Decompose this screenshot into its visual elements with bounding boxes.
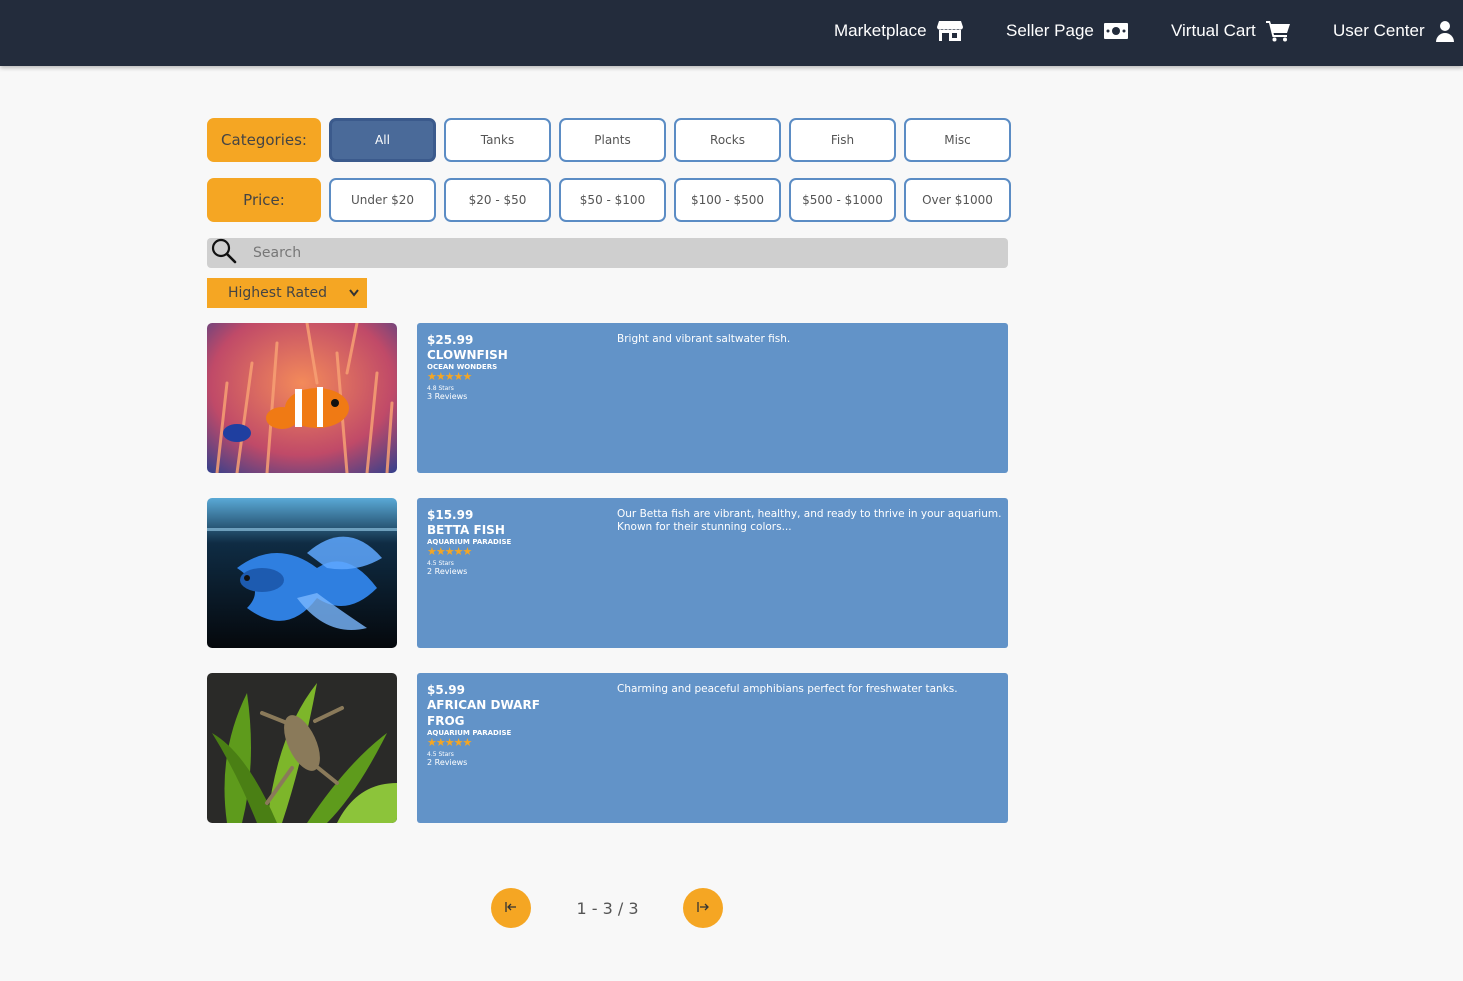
listing-price: $15.99 [427, 508, 474, 522]
listing-rating-text: 4.5 Stars [427, 560, 454, 567]
prev-page-button[interactable] [491, 888, 531, 928]
categories-label: Categories: [207, 118, 321, 162]
arrow-left-to-bar-icon [505, 901, 517, 915]
price-over-1000-button[interactable]: Over $1000 [904, 178, 1011, 222]
listing-price: $5.99 [427, 683, 465, 697]
nav-virtual-cart-label: Virtual Cart [1171, 21, 1256, 40]
listing-card[interactable]: $5.99 African Dwarf Frog Aquarium Paradi… [417, 673, 1008, 823]
nav-seller-page[interactable]: Seller Page [1006, 0, 1128, 62]
category-fish-button[interactable]: Fish [789, 118, 896, 162]
listing-description: Our Betta fish are vibrant, healthy, and… [617, 508, 1002, 533]
listing-item[interactable]: $5.99 African Dwarf Frog Aquarium Paradi… [207, 673, 1008, 823]
category-all-button[interactable]: All [329, 118, 436, 162]
top-nav: Marketplace Seller Page Virtual Cart Use… [0, 0, 1463, 66]
listing-rating-text: 4.8 Stars [427, 385, 454, 392]
price-500-1000-button[interactable]: $500 - $1000 [789, 178, 896, 222]
price-50-100-button[interactable]: $50 - $100 [559, 178, 666, 222]
star-rating-icon: ★★★★★ [427, 370, 472, 383]
clownfish-image[interactable] [207, 323, 397, 473]
search-bar [207, 238, 1008, 268]
listing-name: Betta Fish [427, 523, 505, 537]
listing-rating-text: 4.5 Stars [427, 751, 454, 758]
search-input[interactable] [251, 244, 995, 262]
listing-name: African Dwarf Frog [427, 698, 540, 728]
listing-reviews: 2 Reviews [427, 758, 468, 767]
price-under-20-button[interactable]: Under $20 [329, 178, 436, 222]
nav-user-center[interactable]: User Center [1333, 0, 1455, 62]
listing-description: Bright and vibrant saltwater fish. [617, 333, 791, 345]
price-100-500-button[interactable]: $100 - $500 [674, 178, 781, 222]
nav-marketplace[interactable]: Marketplace [834, 0, 963, 62]
listing-price: $25.99 [427, 333, 474, 347]
price-label: Price: [207, 178, 321, 222]
price-20-50-button[interactable]: $20 - $50 [444, 178, 551, 222]
nav-marketplace-label: Marketplace [834, 21, 927, 40]
listing-item[interactable]: $15.99 Betta Fish Aquarium Paradise ★★★★… [207, 498, 1008, 648]
nav-virtual-cart[interactable]: Virtual Cart [1171, 0, 1290, 62]
star-rating-icon: ★★★★★ [427, 736, 472, 749]
next-page-button[interactable] [683, 888, 723, 928]
arrow-right-from-bar-icon [697, 901, 709, 915]
listing-item[interactable]: $25.99 Clownfish Ocean Wonders ★★★★★ 4.8… [207, 323, 1008, 473]
category-plants-button[interactable]: Plants [559, 118, 666, 162]
search-icon[interactable] [211, 238, 237, 269]
category-misc-button[interactable]: Misc [904, 118, 1011, 162]
listing-reviews: 3 Reviews [427, 392, 468, 401]
store-icon [936, 20, 963, 42]
sort-select[interactable]: Highest Rated [207, 278, 367, 308]
betta-fish-image[interactable] [207, 498, 397, 648]
listing-name: Clownfish [427, 348, 508, 362]
cart-icon [1265, 20, 1290, 42]
category-tanks-button[interactable]: Tanks [444, 118, 551, 162]
chevron-down-icon [349, 285, 359, 301]
listing-description: Charming and peaceful amphibians perfect… [617, 683, 958, 695]
user-icon [1435, 20, 1455, 42]
price-filter-row: Price: Under $20 $20 - $50 $50 - $100 $1… [207, 178, 1011, 222]
pagination-label: 1 - 3 / 3 [576, 899, 639, 918]
listing-reviews: 2 Reviews [427, 567, 468, 576]
listing-card[interactable]: $25.99 Clownfish Ocean Wonders ★★★★★ 4.8… [417, 323, 1008, 473]
category-rocks-button[interactable]: Rocks [674, 118, 781, 162]
sort-selected-label: Highest Rated [228, 285, 328, 301]
listing-card[interactable]: $15.99 Betta Fish Aquarium Paradise ★★★★… [417, 498, 1008, 648]
nav-seller-page-label: Seller Page [1006, 21, 1094, 40]
nav-user-center-label: User Center [1333, 21, 1425, 40]
category-filter-row: Categories: All Tanks Plants Rocks Fish … [207, 118, 1011, 162]
money-bill-icon [1103, 23, 1128, 39]
star-rating-icon: ★★★★★ [427, 545, 472, 558]
african-dwarf-frog-image[interactable] [207, 673, 397, 823]
